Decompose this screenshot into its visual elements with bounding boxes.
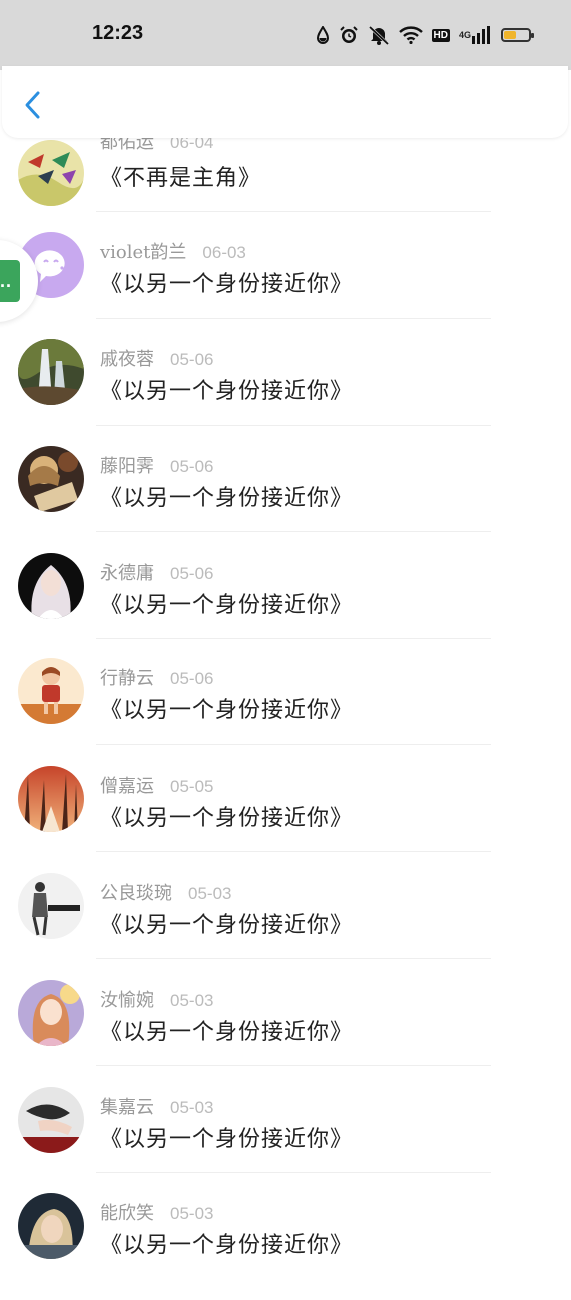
network-label: 4G	[458, 29, 471, 40]
item-meta: 戚夜蓉 05-06	[100, 345, 213, 371]
item-meta: 永德庸 05-06	[100, 559, 213, 585]
item-meta: 藤阳霁 05-06	[100, 452, 213, 478]
list-item[interactable]: 汝愉婉 05-03 《以另一个身份接近你》	[0, 980, 571, 1087]
post-date: 05-05	[170, 777, 214, 796]
mute-icon	[368, 25, 390, 45]
post-title[interactable]: 《以另一个身份接近你》	[100, 373, 353, 405]
divider	[96, 958, 491, 959]
author-name[interactable]: 汝愉婉	[100, 986, 154, 1012]
item-meta: 行静云 05-06	[100, 664, 213, 690]
post-title[interactable]: 《不再是主角》	[100, 160, 261, 192]
divider	[96, 318, 491, 319]
post-date: 05-06	[170, 669, 214, 688]
avatar[interactable]	[18, 140, 84, 206]
floating-widget-button[interactable]: ..	[0, 260, 20, 302]
list-item[interactable]: 永德庸 05-06 《以另一个身份接近你》	[0, 553, 571, 660]
back-button[interactable]	[22, 90, 46, 120]
item-meta: violet韵兰 06-03	[100, 238, 246, 264]
list-item[interactable]: 僧嘉运 05-05 《以另一个身份接近你》	[0, 766, 571, 873]
hd-icon: HD	[431, 28, 450, 42]
avatar[interactable]	[18, 658, 84, 724]
post-date: 05-06	[170, 350, 214, 369]
divider	[96, 211, 491, 212]
post-title[interactable]: 《以另一个身份接近你》	[100, 907, 353, 939]
avatar[interactable]	[18, 446, 84, 512]
post-title[interactable]: 《以另一个身份接近你》	[100, 1121, 353, 1153]
status-icons: HD 4G	[316, 23, 534, 47]
divider	[96, 531, 491, 532]
author-name[interactable]: 行静云	[100, 664, 154, 690]
avatar[interactable]	[18, 980, 84, 1046]
author-name[interactable]: 集嘉云	[100, 1093, 154, 1119]
post-date: 05-03	[170, 991, 214, 1010]
status-bar: 12:23 HD 4G	[0, 0, 571, 70]
divider	[96, 851, 491, 852]
author-name[interactable]: 戚夜蓉	[100, 345, 154, 371]
floating-widget-label: ..	[0, 270, 12, 291]
avatar[interactable]	[18, 766, 84, 832]
alarm-icon	[339, 25, 359, 45]
list-item[interactable]: 藤阳霁 05-06 《以另一个身份接近你》	[0, 446, 571, 553]
post-title[interactable]: 《以另一个身份接近你》	[100, 480, 353, 512]
list-item[interactable]: 都佑运 06-04 《不再是主角》	[0, 132, 571, 247]
avatar[interactable]	[18, 873, 84, 939]
post-date: 05-03	[170, 1204, 214, 1223]
list-item[interactable]: 能欣笑 05-03 《以另一个身份接近你》	[0, 1193, 571, 1300]
post-title[interactable]: 《以另一个身份接近你》	[100, 587, 353, 619]
avatar[interactable]	[18, 339, 84, 405]
divider	[96, 425, 491, 426]
divider	[96, 744, 491, 745]
post-date: 06-03	[202, 243, 246, 262]
author-name[interactable]: 藤阳霁	[100, 452, 154, 478]
author-name[interactable]: violet韵兰	[100, 238, 186, 264]
author-name[interactable]: 公良琰琬	[100, 879, 172, 905]
divider	[96, 1065, 491, 1066]
list-item[interactable]: 行静云 05-06 《以另一个身份接近你》	[0, 658, 571, 765]
water-drop-icon	[316, 26, 330, 44]
item-meta: 能欣笑 05-03	[100, 1199, 213, 1225]
header-bar	[2, 66, 568, 138]
post-title[interactable]: 《以另一个身份接近你》	[100, 1227, 353, 1259]
list-item[interactable]: 公良琰琬 05-03 《以另一个身份接近你》	[0, 873, 571, 980]
avatar[interactable]	[18, 553, 84, 619]
post-title[interactable]: 《以另一个身份接近你》	[100, 692, 353, 724]
post-date: 05-06	[170, 564, 214, 583]
divider	[96, 1172, 491, 1173]
post-date: 05-03	[170, 1098, 214, 1117]
item-meta: 汝愉婉 05-03	[100, 986, 213, 1012]
chevron-left-icon	[25, 91, 40, 119]
item-meta: 集嘉云 05-03	[100, 1093, 213, 1119]
avatar[interactable]	[18, 1087, 84, 1153]
item-meta: 公良琰琬 05-03	[100, 879, 231, 905]
item-meta: 僧嘉运 05-05	[100, 772, 213, 798]
author-name[interactable]: 永德庸	[100, 559, 154, 585]
avatar[interactable]	[18, 1193, 84, 1259]
post-date: 05-06	[170, 457, 214, 476]
divider	[96, 638, 491, 639]
post-title[interactable]: 《以另一个身份接近你》	[100, 800, 353, 832]
list-item[interactable]: 集嘉云 05-03 《以另一个身份接近你》	[0, 1087, 571, 1194]
battery-level	[504, 31, 516, 39]
author-name[interactable]: 僧嘉运	[100, 772, 154, 798]
signal-4g-icon: 4G	[459, 26, 492, 44]
post-date: 05-03	[188, 884, 232, 903]
status-time: 12:23	[92, 22, 144, 44]
post-title[interactable]: 《以另一个身份接近你》	[100, 1014, 353, 1046]
list-item[interactable]: 戚夜蓉 05-06 《以另一个身份接近你》	[0, 339, 571, 446]
list-item[interactable]: violet韵兰 06-03 《以另一个身份接近你》	[0, 232, 571, 339]
wifi-icon	[398, 26, 423, 44]
battery-icon	[501, 28, 534, 42]
post-title[interactable]: 《以另一个身份接近你》	[100, 266, 353, 298]
author-name[interactable]: 能欣笑	[100, 1199, 154, 1225]
